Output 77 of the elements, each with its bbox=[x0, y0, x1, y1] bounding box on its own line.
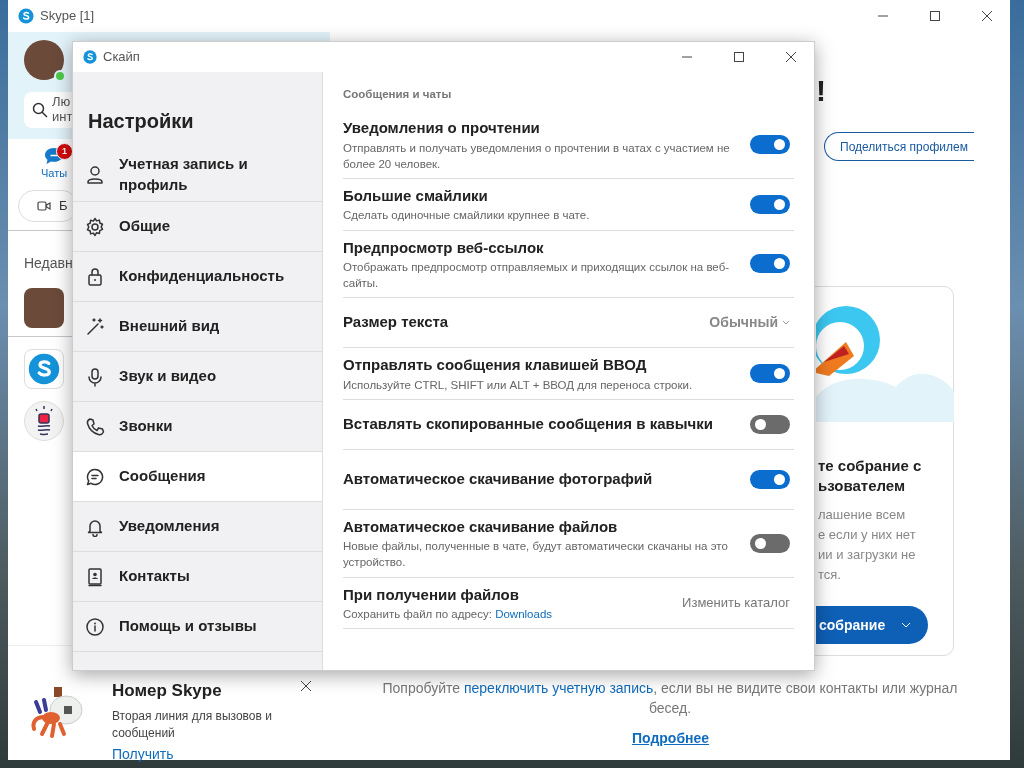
setting-description: Сохранить файл по адресу: Downloads bbox=[343, 607, 554, 622]
status-dot bbox=[54, 70, 66, 82]
settings-nav-item[interactable]: Уведомления bbox=[73, 502, 322, 552]
person-icon bbox=[85, 164, 105, 185]
phone-icon bbox=[85, 416, 105, 437]
robot-avatar-icon bbox=[24, 400, 64, 441]
text-size-dropdown[interactable]: Обычный bbox=[709, 312, 790, 334]
window-title: Skype [1] bbox=[40, 7, 96, 26]
skype-logo-icon bbox=[83, 50, 97, 64]
maximize-icon bbox=[733, 51, 745, 63]
promo-title: Номер Skype bbox=[112, 680, 222, 702]
chevron-down-icon bbox=[782, 320, 790, 326]
toggle-switch[interactable] bbox=[750, 414, 790, 434]
setting-description: Сделать одиночные смайлики крупнее в чате. bbox=[343, 208, 591, 224]
setting-description: Отображать предпросмотр отправляемых и приходящих ссылок на веб-сайты. bbox=[343, 260, 731, 292]
skype-logo-icon bbox=[18, 8, 34, 24]
learn-more-link[interactable]: Подробнее bbox=[632, 728, 710, 749]
maximize-icon bbox=[929, 10, 941, 22]
section-title: Сообщения и чаты bbox=[343, 87, 453, 102]
setting-description: Отправлять и получать уведомления о прочтении в чатах с участием не более 20 человек. bbox=[343, 140, 731, 172]
setting-description: Используйте CTRL, SHIFT или ALT + ВВОД для переноса строки. bbox=[343, 377, 694, 393]
settings-nav-item[interactable]: Внешний вид bbox=[73, 302, 322, 352]
close-icon bbox=[785, 51, 797, 63]
chat-bubble-icon bbox=[85, 466, 105, 487]
settings-nav-item[interactable]: Звук и видео bbox=[73, 352, 322, 402]
settings-nav-item[interactable]: Контакты bbox=[73, 552, 322, 602]
promo-text: Вторая линия для вызовов и сообщений bbox=[112, 707, 273, 742]
close-icon bbox=[981, 10, 993, 22]
setting-title: Предпросмотр веб-ссылок bbox=[343, 237, 545, 258]
close-icon bbox=[300, 680, 312, 692]
setting-title: Вставлять скопированные сообщения в кавычки bbox=[343, 414, 714, 435]
get-link[interactable]: Получить bbox=[112, 746, 174, 763]
card-title-fragment: ьзователем bbox=[818, 476, 907, 497]
card-text-fragment: е если у них нет bbox=[818, 525, 917, 544]
card-title-fragment: те собрание с bbox=[818, 456, 923, 476]
change-folder-link[interactable]: Изменить каталог bbox=[682, 593, 790, 613]
info-icon bbox=[85, 616, 105, 637]
share-profile-button[interactable]: Поделиться профилем bbox=[824, 132, 974, 161]
toggle-switch[interactable] bbox=[750, 469, 790, 489]
settings-nav-item[interactable]: Сообщения bbox=[73, 452, 322, 502]
setting-title: Уведомления о прочтении bbox=[343, 118, 541, 139]
settings-heading: Настройки bbox=[87, 109, 195, 134]
start-meeting-button[interactable]: собрание bbox=[816, 606, 929, 644]
recent-label: Недавн bbox=[24, 253, 74, 273]
settings-nav-item[interactable]: Общие bbox=[73, 202, 322, 252]
chevron-down-icon bbox=[901, 622, 912, 628]
settings-icon bbox=[85, 216, 105, 237]
contact-book-icon bbox=[85, 566, 105, 587]
lock-icon bbox=[85, 266, 105, 287]
setting-title: Автоматическое скачивание фотографий bbox=[343, 469, 654, 490]
heading-fragment: ! bbox=[816, 73, 826, 109]
avatar bbox=[24, 287, 64, 328]
card-text-fragment: лашение всем bbox=[818, 505, 907, 524]
setting-title: При получении файлов bbox=[343, 584, 520, 605]
microphone-icon bbox=[85, 366, 105, 387]
window-title: Скайп bbox=[103, 48, 141, 67]
downloads-link[interactable]: Downloads bbox=[495, 608, 553, 620]
hint-text: Попробуйте переключить учетную запись, если вы не видите свои контакты или журнал бесед. bbox=[381, 679, 959, 719]
magic-wand-icon bbox=[85, 316, 105, 337]
toggle-switch[interactable] bbox=[750, 533, 790, 553]
toggle-switch[interactable] bbox=[750, 194, 790, 214]
card-text-fragment: ии и загрузки не bbox=[818, 545, 917, 564]
toggle-switch[interactable] bbox=[750, 254, 790, 274]
search-icon bbox=[32, 102, 48, 118]
toggle-switch[interactable] bbox=[750, 135, 790, 155]
settings-nav-item[interactable]: Конфиденциальность bbox=[73, 252, 322, 302]
search-placeholder: Лю инт bbox=[52, 95, 73, 125]
settings-nav-item[interactable]: Помощь и отзывы bbox=[73, 602, 322, 652]
toggle-switch[interactable] bbox=[750, 364, 790, 383]
setting-title: Автоматическое скачивание файлов bbox=[343, 516, 619, 537]
setting-title: Большие смайлики bbox=[343, 185, 489, 206]
settings-nav-item[interactable]: Учетная запись и профиль bbox=[73, 148, 322, 202]
setting-description: Новые файлы, полученные в чате, будут автоматически скачаны на это устройство. bbox=[343, 539, 729, 571]
setting-title: Размер текста bbox=[343, 312, 450, 333]
video-camera-icon bbox=[37, 199, 51, 212]
card-text-fragment: тся. bbox=[818, 565, 842, 584]
setting-title: Отправлять сообщения клавишей ВВОД bbox=[343, 355, 648, 376]
